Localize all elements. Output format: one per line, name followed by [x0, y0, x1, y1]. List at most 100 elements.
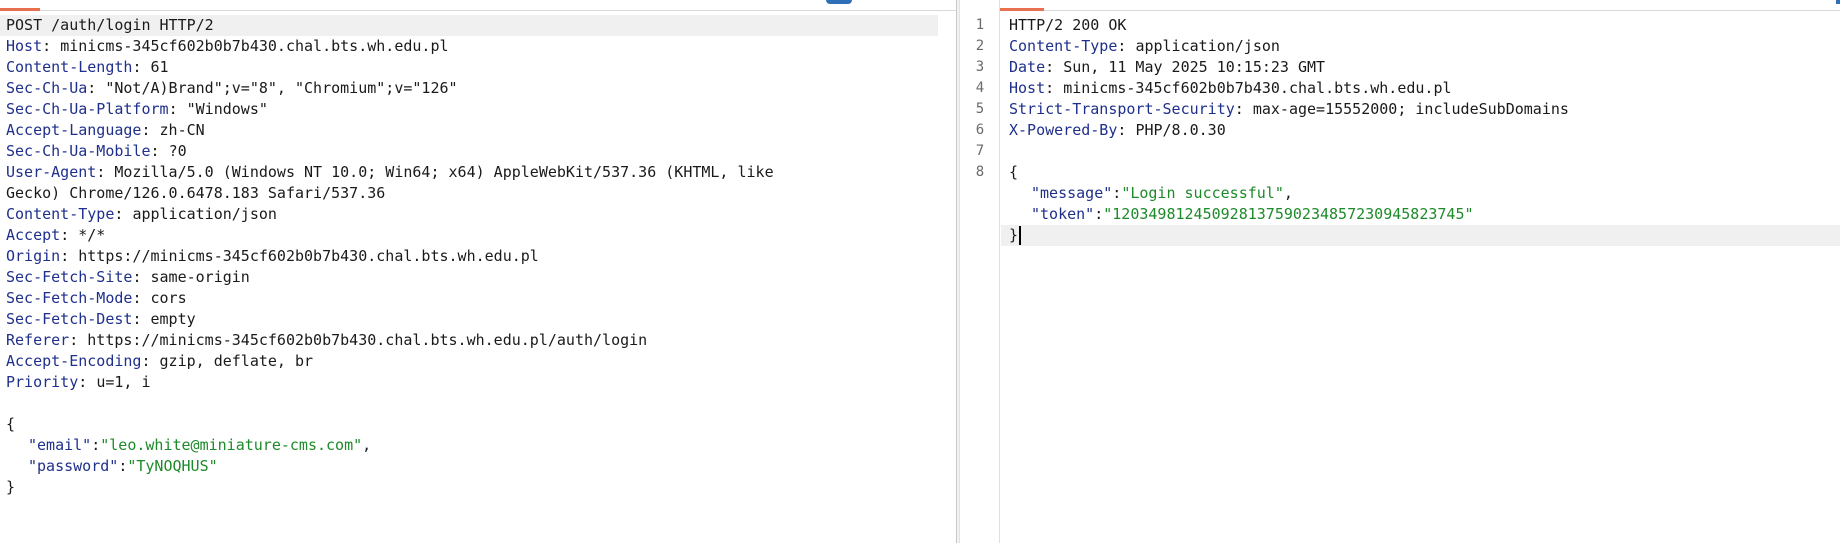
line-number-gutter: 1 2 3 4 5 6 7 8 — [960, 0, 1000, 543]
header-name: Accept — [6, 226, 61, 244]
json-field: "message":"Login successful", — [1009, 183, 1840, 204]
request-line-text: POST /auth/login HTTP/2 — [6, 16, 214, 34]
request-editor[interactable]: POST /auth/login HTTP/2 Host: minicms-34… — [0, 15, 938, 498]
response-body-fields: "message":"Login successful", "token":"12… — [1009, 183, 1840, 225]
header-line: Host: minicms-345cf602b0b7b430.chal.bts.… — [6, 36, 938, 57]
response-tab-strip — [960, 0, 1840, 11]
header-separator: : — [42, 37, 61, 55]
json-field: "token":"1203498124509281375902348572309… — [1009, 204, 1840, 225]
header-value: empty — [150, 310, 196, 328]
header-value: application/json — [1135, 37, 1280, 55]
header-line: Accept: */* — [6, 225, 938, 246]
header-line: Host: minicms-345cf602b0b7b430.chal.bts.… — [1009, 78, 1840, 99]
header-value: same-origin — [150, 268, 250, 286]
header-value: Gecko) Chrome/126.0.6478.183 Safari/537.… — [6, 184, 386, 202]
line-number: 1 — [975, 17, 985, 33]
request-headers: Host: minicms-345cf602b0b7b430.chal.bts.… — [6, 36, 938, 393]
header-line: Referer: https://minicms-345cf602b0b7b43… — [6, 330, 938, 351]
header-name: Content-Length — [6, 58, 133, 76]
header-line: Accept-Language: zh-CN — [6, 120, 938, 141]
header-value: Mozilla/5.0 (Windows NT 10.0; Win64; x64… — [114, 163, 774, 181]
header-separator: : — [60, 226, 79, 244]
line-number: 3 — [975, 59, 985, 75]
header-value: cors — [150, 289, 187, 307]
text-caret — [1019, 226, 1022, 245]
header-value: minicms-345cf602b0b7b430.chal.bts.wh.edu… — [1063, 79, 1452, 97]
header-value: ?0 — [168, 142, 187, 160]
json-value: "TyNOQHUS" — [127, 457, 218, 475]
header-line: Sec-Fetch-Site: same-origin — [6, 267, 938, 288]
header-line: Accept-Encoding: gzip, deflate, br — [6, 351, 938, 372]
header-separator: : — [132, 310, 151, 328]
header-separator: : — [78, 373, 97, 391]
header-separator: : — [96, 163, 115, 181]
json-colon: : — [91, 436, 101, 454]
header-value: max-age=15552000; includeSubDomains — [1252, 100, 1569, 118]
header-name: Strict-Transport-Security — [1009, 100, 1235, 118]
header-name: Accept-Language — [6, 121, 142, 139]
header-line: Sec-Ch-Ua-Mobile: ?0 — [6, 141, 938, 162]
header-value: minicms-345cf602b0b7b430.chal.bts.wh.edu… — [60, 37, 449, 55]
line-number: 6 — [975, 122, 985, 138]
request-tab-active-indicator — [0, 8, 40, 11]
line-number: 7 — [975, 143, 985, 159]
header-separator: : — [141, 121, 160, 139]
header-name: Accept-Encoding — [6, 352, 142, 370]
response-pane[interactable]: 1 2 3 4 5 6 7 8 HTTP/2 200 OK Content-Type: app… — [960, 0, 1840, 543]
json-value: "leo.white@miniature-cms.com" — [100, 436, 363, 454]
line-numbers: 1 2 3 4 5 6 7 8 — [960, 15, 1000, 183]
header-separator: : — [60, 247, 79, 265]
header-line: Sec-Ch-Ua: "Not/A)Brand";v="8", "Chromiu… — [6, 78, 938, 99]
header-line: Content-Type: application/json — [1009, 36, 1840, 57]
response-toolbar-button[interactable] — [1836, 0, 1840, 4]
header-name: Sec-Ch-Ua — [6, 79, 88, 97]
header-value: 61 — [150, 58, 169, 76]
header-line: Priority: u=1, i — [6, 372, 938, 393]
header-name: Sec-Fetch-Site — [6, 268, 133, 286]
request-toolbar-button[interactable] — [826, 0, 852, 4]
header-separator: : — [132, 289, 151, 307]
header-value: gzip, deflate, br — [159, 352, 314, 370]
request-line: POST /auth/login HTTP/2 — [0, 15, 938, 36]
header-value: zh-CN — [159, 121, 205, 139]
header-separator: : — [87, 79, 106, 97]
header-name: Content-Type — [1009, 37, 1118, 55]
header-separator: : — [150, 142, 169, 160]
json-colon: : — [1112, 184, 1122, 202]
json-colon: : — [118, 457, 128, 475]
header-line: User-Agent: Mozilla/5.0 (Windows NT 10.0… — [6, 162, 938, 183]
header-line: Sec-Fetch-Dest: empty — [6, 309, 938, 330]
request-pane[interactable]: POST /auth/login HTTP/2 Host: minicms-34… — [0, 0, 956, 543]
json-key: "message" — [1031, 184, 1113, 202]
header-separator: : — [1045, 58, 1064, 76]
http-message-viewer: POST /auth/login HTTP/2 Host: minicms-34… — [0, 0, 1840, 543]
request-tab-strip — [0, 0, 956, 11]
header-name: Date — [1009, 58, 1046, 76]
json-comma: , — [362, 436, 372, 454]
json-key: "password" — [28, 457, 119, 475]
header-value: PHP/8.0.30 — [1135, 121, 1226, 139]
header-line: Gecko) Chrome/126.0.6478.183 Safari/537.… — [6, 183, 938, 204]
header-line: Sec-Ch-Ua-Platform: "Windows" — [6, 99, 938, 120]
header-line: Content-Type: application/json — [6, 204, 938, 225]
header-name: Host — [6, 37, 43, 55]
header-name: User-Agent — [6, 163, 97, 181]
header-value: u=1, i — [96, 373, 151, 391]
json-colon: : — [1094, 205, 1104, 223]
header-value: https://minicms-345cf602b0b7b430.chal.bt… — [87, 331, 648, 349]
json-key: "token" — [1031, 205, 1095, 223]
json-value: "120349812450928137590234857230945823745… — [1103, 205, 1474, 223]
response-body-open: { — [1009, 163, 1019, 181]
header-name: X-Powered-By — [1009, 121, 1118, 139]
line-number: 5 — [975, 101, 985, 117]
header-value: Sun, 11 May 2025 10:15:23 GMT — [1063, 58, 1326, 76]
response-editor[interactable]: HTTP/2 200 OK Content-Type: application/… — [1001, 15, 1840, 246]
request-body-fields: "email":"leo.white@miniature-cms.com", "p… — [6, 435, 938, 477]
header-value: "Not/A)Brand";v="8", "Chromium";v="126" — [105, 79, 458, 97]
header-separator: : — [1117, 37, 1136, 55]
header-value: */* — [78, 226, 106, 244]
json-field: "password":"TyNOQHUS" — [6, 456, 938, 477]
response-body-close: } — [1001, 225, 1840, 246]
